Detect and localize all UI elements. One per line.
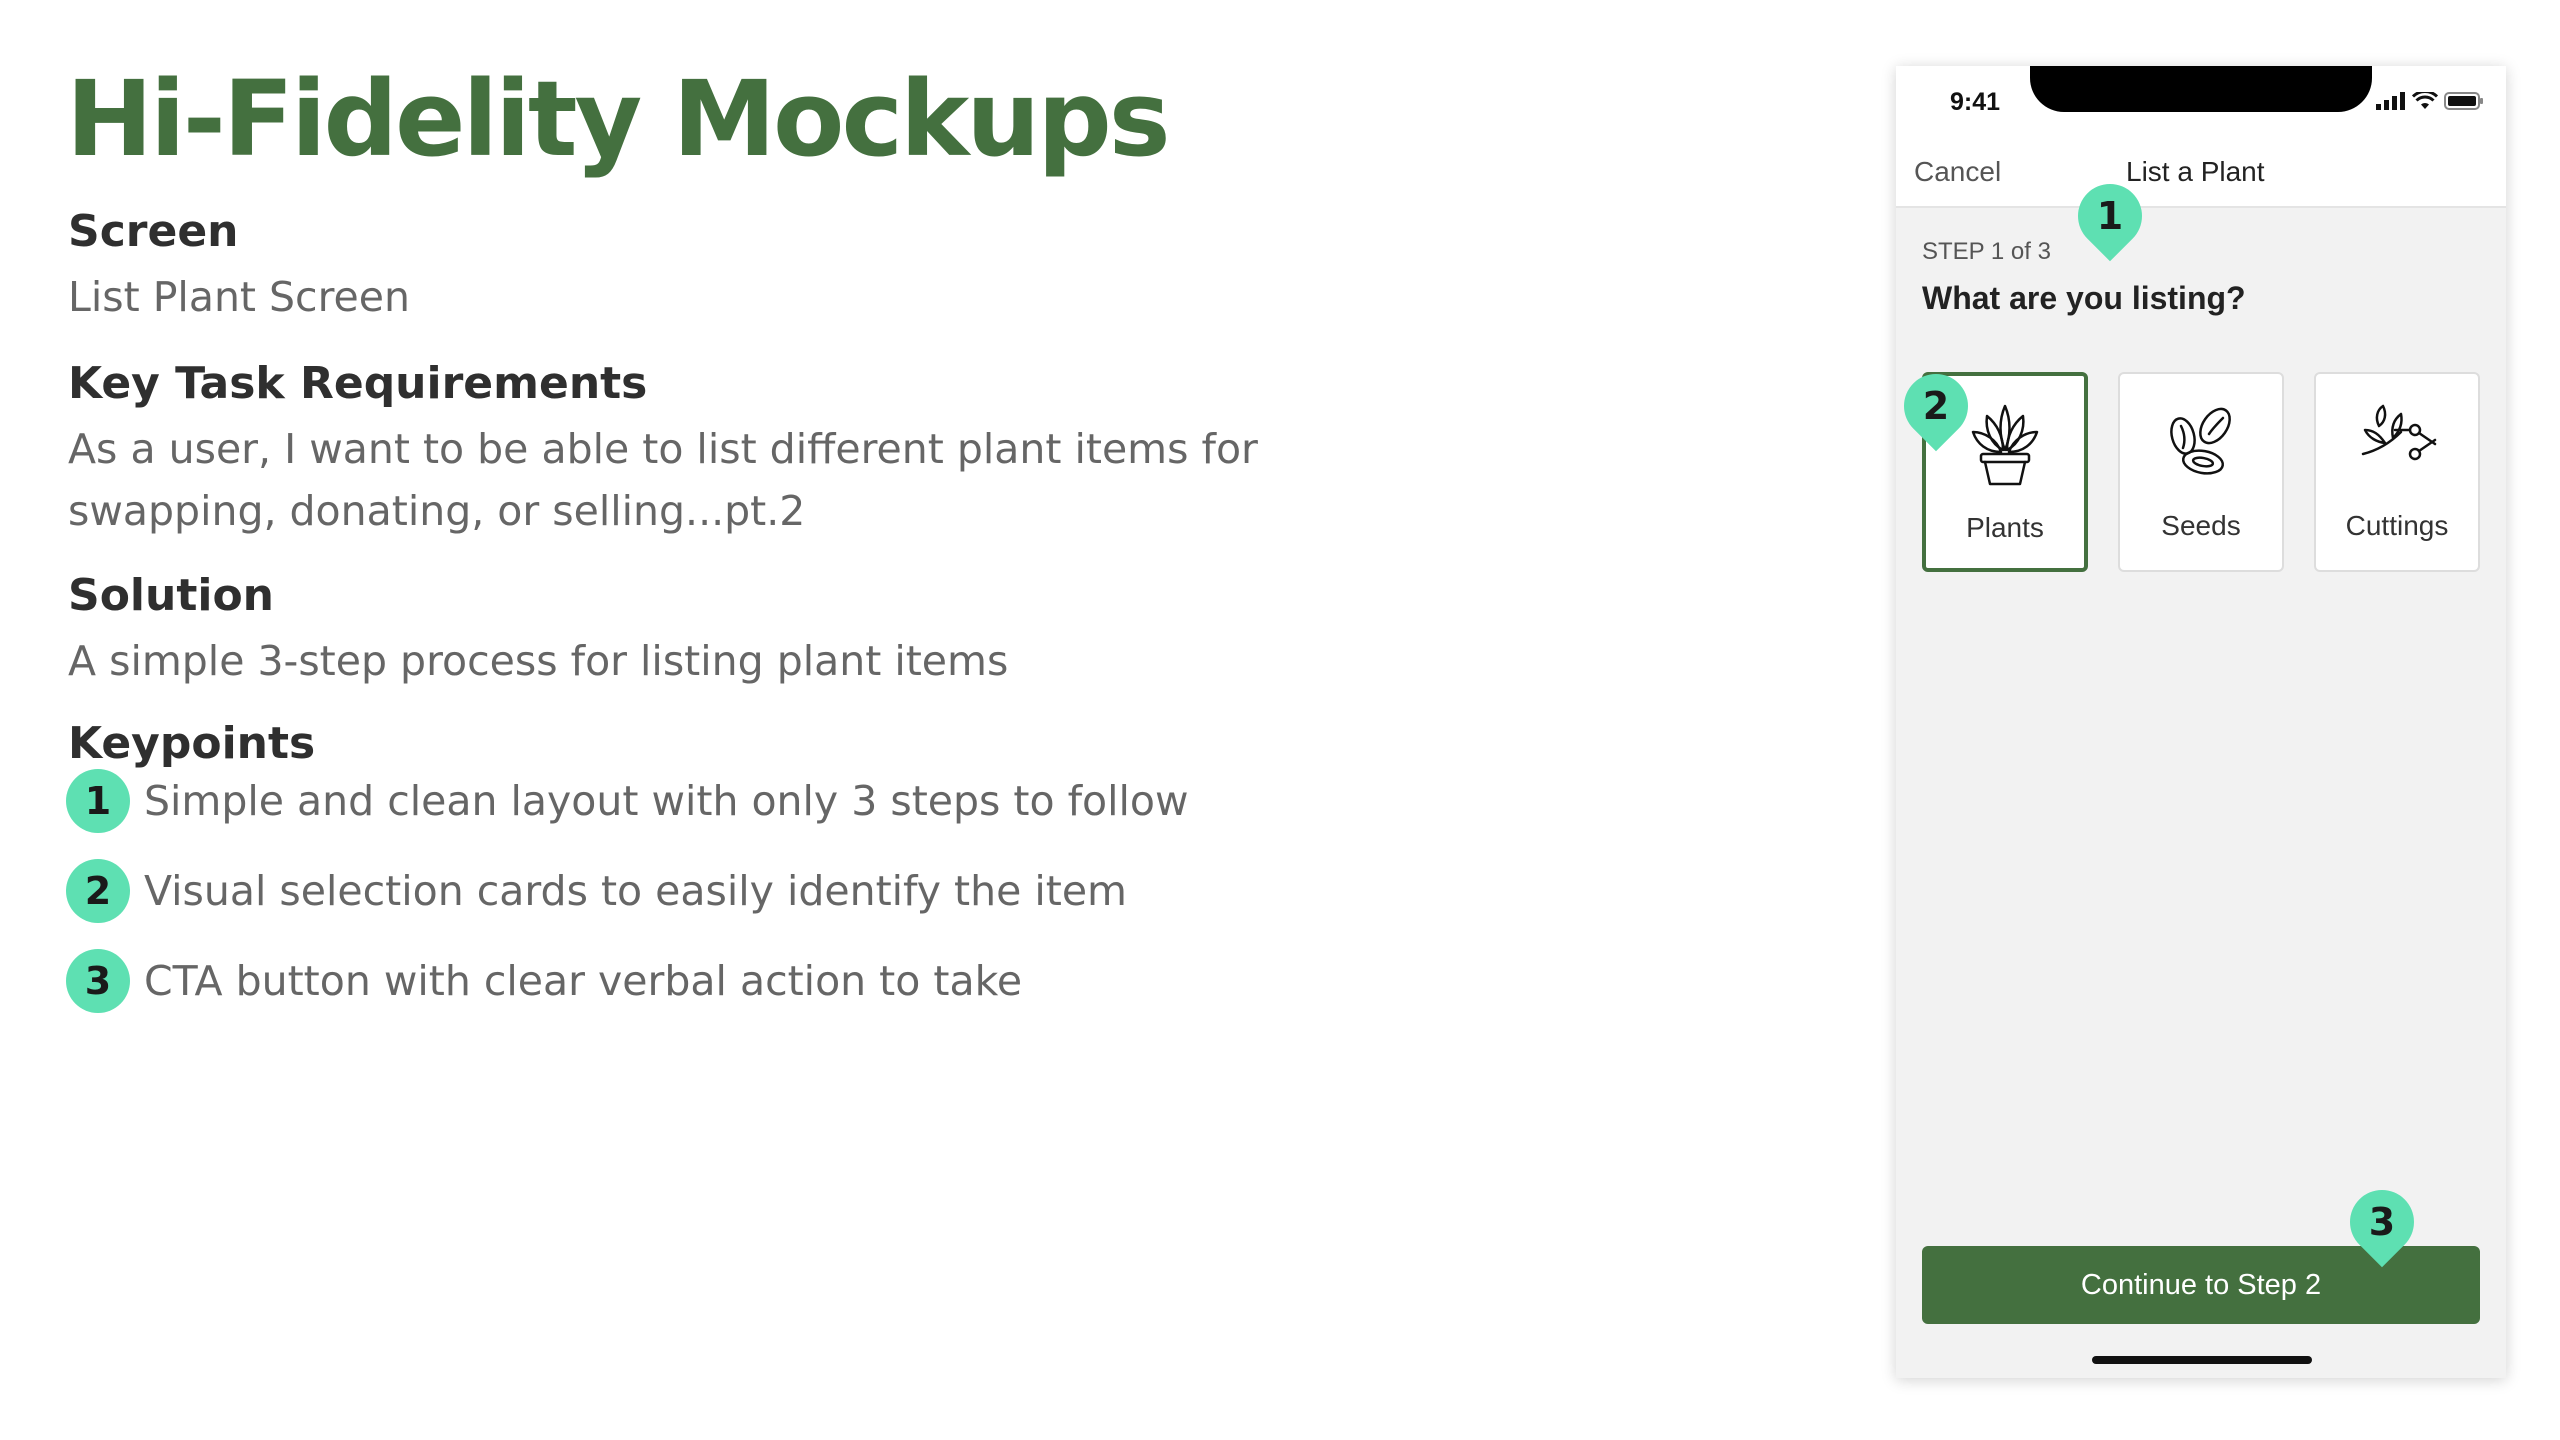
marker-number: 1: [2096, 194, 2124, 238]
marker-number: 2: [1922, 384, 1950, 428]
solution-section: Solution A simple 3-step process for lis…: [68, 568, 1008, 692]
requirements-heading: Key Task Requirements: [68, 358, 648, 409]
phone-notch: [2030, 66, 2372, 112]
marker-pin-1: 1: [2064, 170, 2156, 262]
card-seeds[interactable]: Seeds: [2118, 372, 2284, 572]
status-time: 9:41: [1950, 88, 2001, 116]
keypoint-number-badge: 2: [66, 859, 130, 923]
screen-section: Screen List Plant Screen: [68, 204, 410, 328]
cancel-button[interactable]: Cancel: [1914, 156, 2001, 188]
screen-body: List Plant Screen: [68, 273, 410, 321]
cuttings-icon: [2361, 404, 2437, 461]
battery-icon: [2444, 92, 2483, 110]
keypoint-item: 1 Simple and clean layout with only 3 st…: [66, 769, 1189, 833]
step-indicator: STEP 1 of 3: [1922, 238, 2051, 265]
keypoints-section: Keypoints: [68, 716, 315, 772]
card-cuttings[interactable]: Cuttings: [2314, 372, 2480, 572]
question-heading: What are you listing?: [1922, 280, 2246, 316]
seeds-icon: [2170, 407, 2231, 475]
requirements-body-line1: As a user, I want to be able to list dif…: [68, 425, 1258, 473]
card-label: Cuttings: [2345, 510, 2449, 541]
continue-button[interactable]: Continue to Step 2: [1922, 1246, 2480, 1324]
signal-icon: [2376, 92, 2405, 110]
keypoint-item: 2 Visual selection cards to easily ident…: [66, 859, 1189, 923]
potted-plant-icon: [1971, 404, 2039, 486]
screen-title: List a Plant: [2126, 156, 2265, 187]
keypoint-number-badge: 1: [66, 769, 130, 833]
keypoints-heading: Keypoints: [68, 718, 316, 769]
marker-pin-2: 2: [1896, 360, 1982, 452]
navigation-bar: 9:41 Cancel List a Plant: [1896, 66, 2506, 208]
requirements-body-line2: swapping, donating, or selling...pt.2: [68, 487, 806, 535]
home-indicator: [2092, 1356, 2312, 1364]
screen-heading: Screen: [68, 206, 239, 257]
solution-body: A simple 3-step process for listing plan…: [68, 637, 1009, 685]
keypoint-text: CTA button with clear verbal action to t…: [144, 957, 1023, 1005]
keypoint-item: 3 CTA button with clear verbal action to…: [66, 949, 1189, 1013]
status-icons: [2376, 92, 2484, 110]
card-label: Seeds: [2161, 510, 2241, 541]
card-label: Plants: [1966, 512, 2044, 543]
marker-number: 3: [2368, 1200, 2396, 1244]
keypoint-text: Visual selection cards to easily identif…: [144, 867, 1127, 915]
solution-heading: Solution: [68, 570, 274, 621]
keypoint-number-badge: 3: [66, 949, 130, 1013]
page-title: Hi-Fidelity Mockups: [66, 58, 1171, 180]
keypoint-text: Simple and clean layout with only 3 step…: [144, 777, 1189, 825]
keypoints-list: 1 Simple and clean layout with only 3 st…: [66, 769, 1189, 1040]
wifi-icon: [2412, 92, 2438, 109]
phone-mockup: 9:41 Cancel List a Plant STEP 1 of 3 Wha…: [1896, 66, 2506, 1378]
marker-pin-3: 3: [2336, 1176, 2428, 1268]
requirements-section: Key Task Requirements As a user, I want …: [68, 356, 1258, 542]
